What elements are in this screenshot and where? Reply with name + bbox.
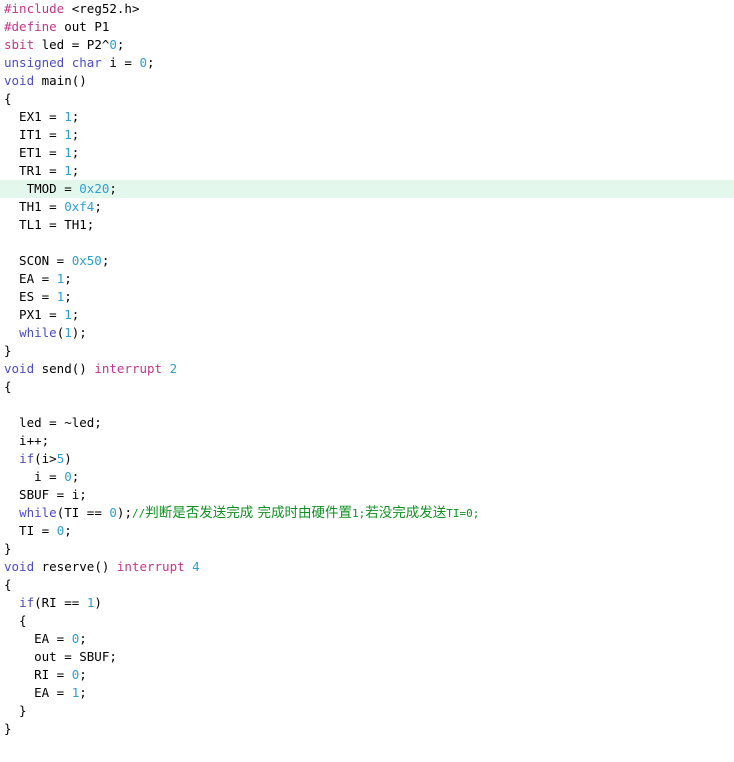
code-line: #include <reg52.h> [4,1,140,16]
code-editor-view[interactable]: #include <reg52.h> #define out P1 sbit l… [0,0,734,762]
code-line: led = ~led; [4,415,102,430]
code-line: TH1 = 0xf4; [4,199,102,214]
code-line: } [4,703,27,718]
code-line: IT1 = 1; [4,127,80,142]
code-line: PX1 = 1; [4,307,80,322]
code-line: i++; [4,433,50,448]
code-line: } [4,721,12,736]
code-line: TI = 0; [4,523,72,538]
code-line: EA = 1; [4,685,87,700]
code-line: SBUF = i; [4,487,87,502]
code-line: } [4,343,12,358]
inline-comment: //判断是否发送完成 完成时由硬件置1;若没完成发送TI=0; [131,505,480,521]
code-line: EA = 1; [4,271,72,286]
code-line: sbit led = P2^0; [4,37,125,52]
code-line: ET1 = 1; [4,145,80,160]
code-line: if(i>5) [19,451,72,466]
code-line: { [4,379,12,394]
code-line: { [4,613,27,628]
code-line-highlighted: TMOD = 0x20; [0,180,734,198]
code-line: i = 0; [4,469,80,484]
code-line: void send() interrupt 2 [4,361,178,376]
code-line-with-comment: while(TI == 0);//判断是否发送完成 完成时由硬件置1;若没完成发… [19,505,480,521]
code-line: TL1 = TH1; [4,217,95,232]
code-line: EX1 = 1; [4,109,80,124]
code-line: EA = 0; [4,631,87,646]
code-line: RI = 0; [4,667,87,682]
code-line: void main() [4,73,87,88]
code-line: #define out P1 [4,19,110,34]
code-line: { [4,577,12,592]
code-line: while(1); [19,325,87,340]
code-line: if(RI == 1) [19,595,102,610]
code-line: } [4,541,12,556]
code-line: void reserve() interrupt 4 [4,559,200,574]
code-line: TR1 = 1; [4,163,80,178]
code-line: out = SBUF; [4,649,117,664]
code-line: { [4,91,12,106]
code-line: SCON = 0x50; [4,253,110,268]
code-line: ES = 1; [4,289,72,304]
code-line: unsigned char i = 0; [4,55,155,70]
